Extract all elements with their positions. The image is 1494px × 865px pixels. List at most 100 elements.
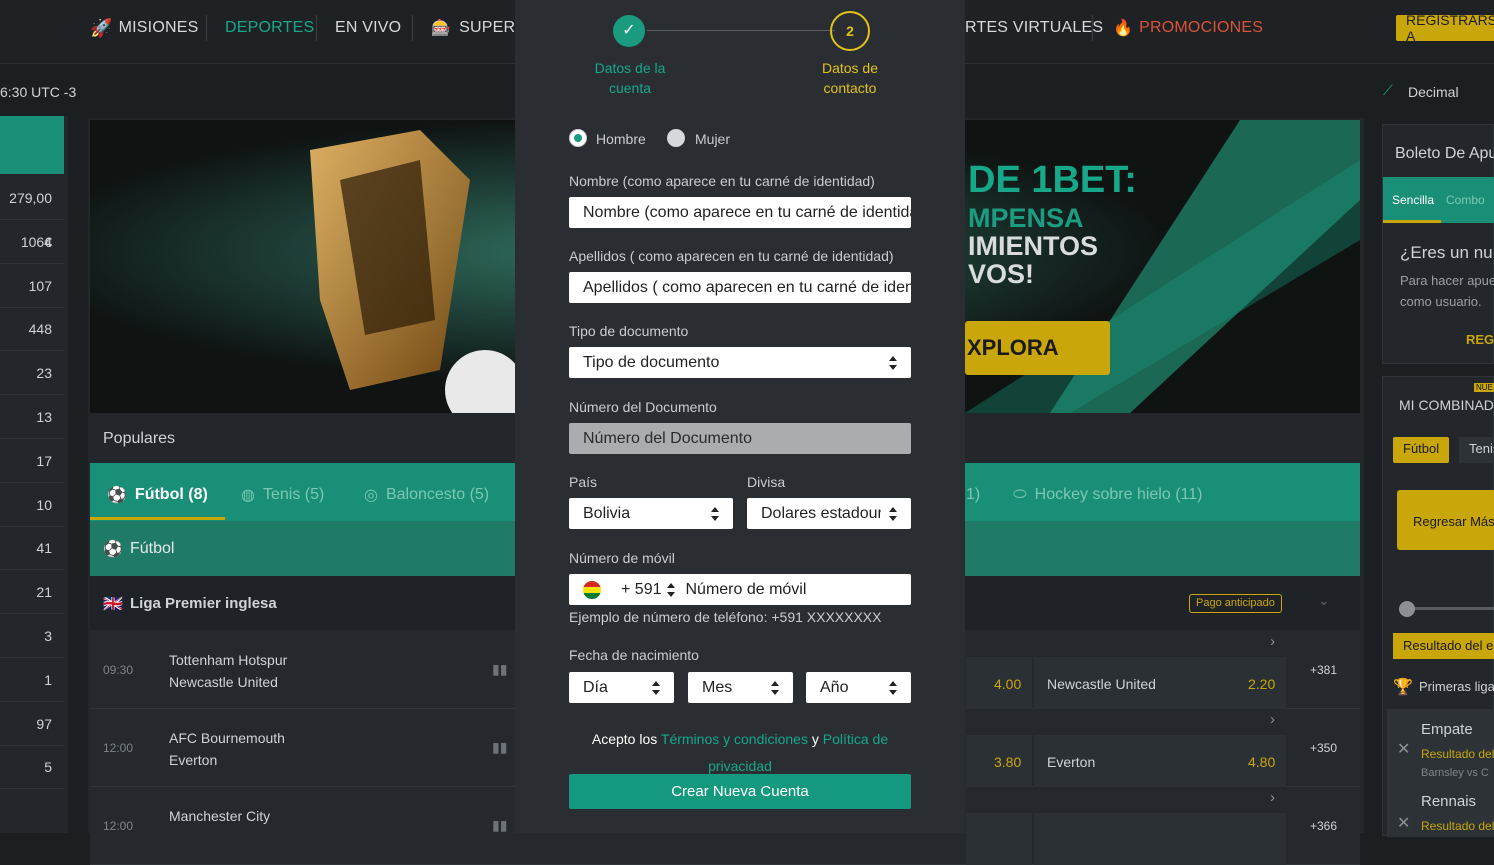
sidebar-count[interactable]: 1: [0, 658, 64, 702]
combo-futbol-button[interactable]: Fútbol: [1393, 437, 1450, 463]
nav-item-promociones[interactable]: 🔥 PROMOCIONES: [1113, 0, 1263, 56]
hockey-icon: ⬭: [1013, 486, 1027, 503]
odd-value[interactable]: 4.80: [1248, 754, 1275, 770]
sidebar-active-item[interactable]: [0, 116, 64, 174]
step-2-label: Datos de contacto: [821, 60, 879, 96]
tab-combo[interactable]: Combo: [1446, 193, 1485, 207]
more-markets[interactable]: +381: [1310, 663, 1337, 677]
more-markets[interactable]: +350: [1310, 741, 1337, 755]
sidebar-count[interactable]: 448: [0, 307, 64, 352]
sidebar-count[interactable]: 41: [0, 526, 64, 571]
bet-slip-panel: Boleto De Apu Sencilla Combo ¿Eres un nu…: [1382, 124, 1494, 364]
nav-item-superp[interactable]: 🎰 SUPERP: [431, 0, 526, 56]
registration-modal: ✓ 2 Datos de la cuenta Datos de contacto…: [515, 0, 965, 833]
sidebar-count[interactable]: 97: [0, 702, 64, 746]
odd-team: Newcastle United: [1047, 676, 1156, 692]
odd-value[interactable]: 2.20: [1248, 676, 1275, 692]
country-code-select[interactable]: + 591: [621, 581, 661, 599]
rocket-icon: 🚀: [90, 17, 113, 38]
combo-tenis-button[interactable]: Tenis: [1459, 437, 1494, 463]
close-icon[interactable]: ✕: [1397, 739, 1410, 759]
slider-handle[interactable]: [1399, 601, 1415, 617]
tab-futbol[interactable]: ⚽ Fútbol (8): [107, 470, 208, 520]
stepper-line: [647, 30, 835, 31]
stats-icon[interactable]: ▮▮: [492, 739, 507, 756]
document-type-select[interactable]: Tipo de documento: [569, 347, 911, 378]
more-markets[interactable]: +366: [1310, 819, 1337, 833]
away-team: Everton: [169, 752, 218, 768]
sidebar-count[interactable]: 107: [0, 264, 64, 308]
radio-male[interactable]: [569, 129, 587, 147]
nav-item-deportes-virtuales[interactable]: RTES VIRTUALES: [965, 0, 1103, 56]
away-team: Newcastle United: [169, 674, 278, 690]
mobile-number-input[interactable]: Número de móvil: [685, 581, 806, 599]
sidebar-count[interactable]: 1064: [0, 220, 64, 264]
radio-female[interactable]: [667, 129, 685, 147]
country-select[interactable]: Bolivia: [569, 498, 733, 529]
chevron-down-icon[interactable]: ⌄: [1318, 592, 1330, 609]
birth-day-select[interactable]: Día: [569, 672, 674, 703]
my-combo-panel: NUE MI COMBINADA Fútbol Tenis Regresar M…: [1382, 376, 1494, 837]
nav-item-misiones[interactable]: 🚀 MISIONES: [90, 0, 198, 56]
sidebar-count[interactable]: 17: [0, 439, 64, 483]
back-button[interactable]: Regresar Más: [1397, 490, 1494, 550]
tennis-ball-icon: ◍: [241, 487, 255, 504]
home-team: AFC Bournemouth: [169, 730, 285, 746]
time-zone: 6:30 UTC -3: [0, 84, 77, 100]
sidebar-count[interactable]: 3: [0, 614, 64, 658]
stats-icon[interactable]: ▮▮: [492, 661, 507, 678]
nav-item-deportes[interactable]: DEPORTES: [225, 0, 314, 56]
early-payout-badge: Pago anticipado: [1189, 594, 1282, 613]
odd-team: Everton: [1047, 754, 1096, 770]
birth-year-select[interactable]: Año: [806, 672, 911, 703]
currency-select[interactable]: Dolares estadounidenses: [747, 498, 911, 529]
sidebar-count[interactable]: 13: [0, 395, 64, 439]
chart-icon: ⟋: [1383, 82, 1393, 98]
home-team: Tottenham Hotspur: [169, 652, 288, 668]
step-2-indicator: 2: [830, 11, 870, 51]
close-icon[interactable]: ✕: [1397, 813, 1410, 833]
document-number-input[interactable]: Número del Documento: [569, 423, 911, 454]
odd-cell[interactable]: [1034, 813, 1286, 865]
terms-link[interactable]: Términos y condiciones: [661, 731, 808, 747]
tab-hockey[interactable]: ⬭ Hockey sobre hielo (11): [1013, 470, 1202, 520]
chevron-right-icon[interactable]: ›: [1270, 711, 1275, 728]
left-sidebar: 279,00 €1064 107 448 23 13 17 10 41 21 3 1 97 5: [0, 116, 68, 833]
tab-other[interactable]: 1): [966, 470, 980, 520]
banner-explore-button[interactable]: XPLORA: [965, 321, 1110, 375]
sidebar-count[interactable]: 5: [0, 745, 64, 790]
birth-month-select[interactable]: Mes: [688, 672, 793, 703]
last-name-input[interactable]: Apellidos ( como aparecen en tu carné de…: [569, 272, 911, 303]
privacy-link-cont[interactable]: privacidad: [708, 758, 772, 774]
casino-icon: 🎰: [431, 20, 452, 37]
sidebar-count[interactable]: 23: [0, 351, 64, 396]
stats-icon[interactable]: ▮▮: [492, 817, 507, 834]
result-button[interactable]: Resultado del e: [1393, 633, 1494, 659]
sidebar-count[interactable]: 10: [0, 483, 64, 527]
odd-value[interactable]: 3.80: [994, 754, 1021, 770]
mobile-field[interactable]: + 591 Número de móvil: [569, 574, 911, 605]
chevron-right-icon[interactable]: ›: [1270, 789, 1275, 806]
odd-value[interactable]: 4.00: [994, 676, 1021, 692]
fire-icon: 🔥: [1113, 20, 1134, 37]
chevron-right-icon[interactable]: ›: [1270, 633, 1275, 650]
tab-tenis[interactable]: ◍ Tenis (5): [241, 470, 324, 520]
create-account-button[interactable]: Crear Nueva Cuenta: [569, 774, 911, 809]
bolivia-flag-icon: [583, 580, 601, 599]
register-button[interactable]: REGISTRARSE A: [1396, 12, 1494, 44]
basketball-icon: ◎: [364, 487, 378, 504]
select-arrows-icon: [889, 507, 897, 521]
nav-item-en-vivo[interactable]: EN VIVO: [335, 0, 401, 56]
terms-text: Acepto los Términos y condiciones y Polí…: [591, 731, 889, 774]
odds-format-select[interactable]: Decimal: [1408, 84, 1459, 100]
sidebar-count[interactable]: 279,00 €: [0, 176, 64, 250]
tab-baloncesto[interactable]: ◎ Baloncesto (5): [364, 470, 489, 520]
right-sidebar: Boleto De Apu Sencilla Combo ¿Eres un nu…: [1382, 124, 1494, 837]
odd-cell[interactable]: [966, 813, 1032, 865]
slider-track[interactable]: [1408, 607, 1494, 610]
tab-sencilla[interactable]: Sencilla: [1392, 193, 1434, 207]
register-link[interactable]: REGI: [1466, 332, 1494, 347]
first-name-input[interactable]: Nombre (como aparece en tu carné de iden…: [569, 197, 911, 228]
privacy-link[interactable]: Política de: [823, 731, 888, 747]
sidebar-count[interactable]: 21: [0, 570, 64, 615]
